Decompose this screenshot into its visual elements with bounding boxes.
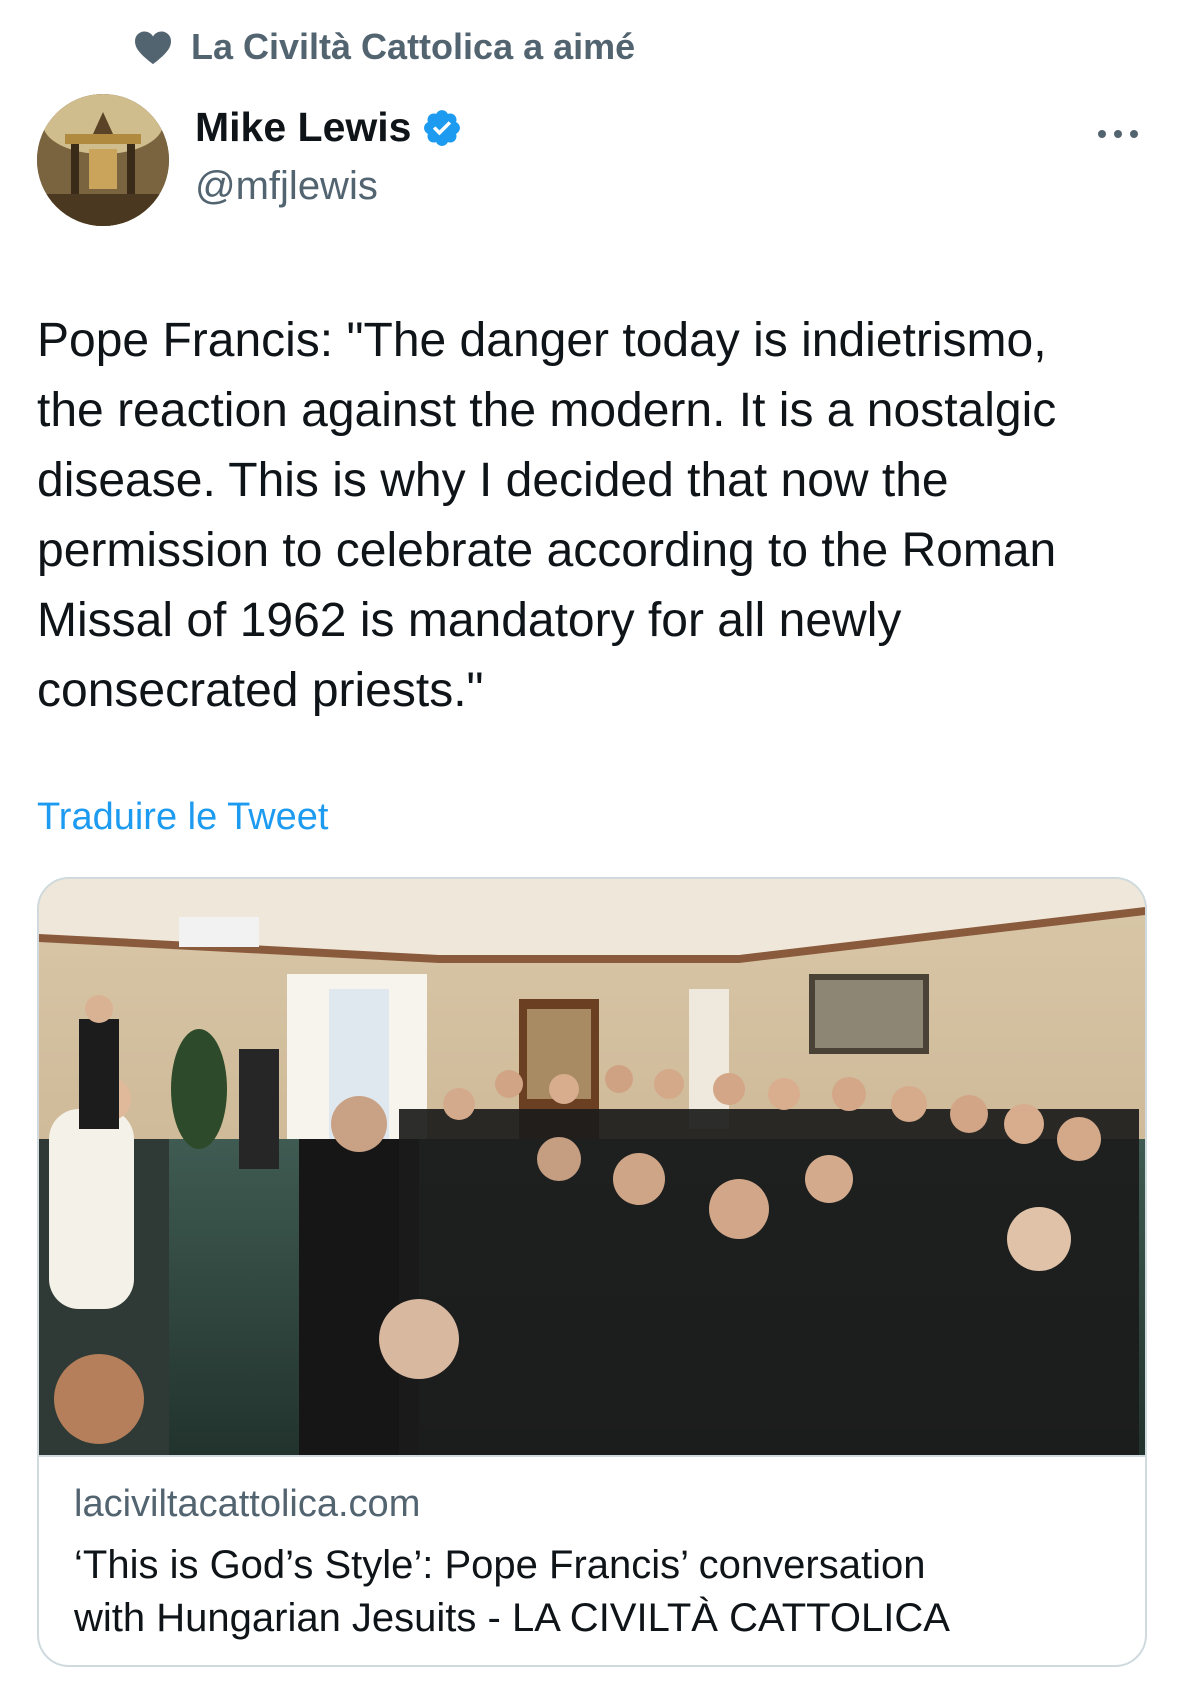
card-domain: laciviltacattolica.com: [74, 1483, 421, 1525]
tweet-text: Pope Francis: "The danger today is indie…: [37, 314, 1057, 717]
card-image[interactable]: [39, 879, 1145, 1455]
social-context-text: La Civiltà Cattolica a aimé: [191, 26, 636, 67]
social-context[interactable]: La Civiltà Cattolica a aimé: [133, 22, 635, 72]
card-title: ‘This is God’s Style’: Pope Francis’ con…: [74, 1543, 950, 1640]
avatar-image: [37, 94, 169, 226]
heart-icon: [135, 31, 171, 65]
author-handle[interactable]: @mfjlewis: [195, 164, 378, 209]
link-card[interactable]: laciviltacattolica.com ‘This is God’s St…: [37, 877, 1147, 1667]
author-name[interactable]: Mike Lewis: [195, 104, 411, 151]
avatar[interactable]: [37, 94, 169, 226]
verified-badge-icon[interactable]: [421, 107, 463, 149]
more-options-icon[interactable]: [1093, 120, 1143, 148]
translate-tweet-link[interactable]: Traduire le Tweet: [37, 796, 328, 839]
card-divider: [39, 1455, 1145, 1457]
